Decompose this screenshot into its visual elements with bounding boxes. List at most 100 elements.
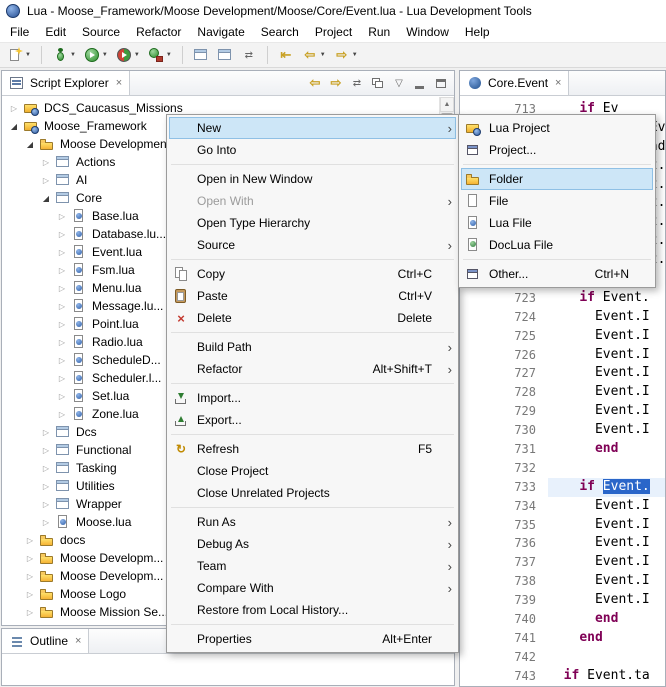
new-wizard-button[interactable]: ▼ (4, 44, 34, 66)
lua-file-menu-item[interactable]: Lua File (461, 212, 653, 234)
collapse-arrow-icon[interactable]: ◢ (8, 122, 20, 131)
expand-arrow-icon[interactable]: ▷ (8, 104, 20, 113)
expand-arrow-icon[interactable]: ▷ (40, 158, 52, 167)
code-line-741[interactable]: 741 end (460, 629, 665, 648)
scroll-up-button[interactable]: ▲ (440, 97, 454, 112)
expand-arrow-icon[interactable]: ▷ (56, 320, 68, 329)
menu-edit[interactable]: Edit (37, 23, 74, 41)
expand-arrow-icon[interactable]: ▷ (24, 536, 36, 545)
copy-menu-item[interactable]: CopyCtrl+C (169, 263, 456, 285)
expand-arrow-icon[interactable]: ▷ (56, 248, 68, 257)
code-line-739[interactable]: 739 Event.I (460, 591, 665, 610)
lua-project-menu-item[interactable]: Lua Project (461, 117, 653, 139)
code-line-734[interactable]: 734 Event.I (460, 497, 665, 516)
minimize-button[interactable] (412, 75, 428, 91)
code-line-737[interactable]: 737 Event.I (460, 553, 665, 572)
close-icon[interactable]: × (75, 635, 81, 647)
expand-arrow-icon[interactable]: ▷ (40, 482, 52, 491)
code-line-728[interactable]: 728 Event.I (460, 383, 665, 402)
link-editor-button[interactable]: ⇄ (349, 75, 365, 91)
tab-core-event[interactable]: Core.Event × (460, 71, 569, 95)
open-type-hierarchy-menu-item[interactable]: Open Type Hierarchy (169, 212, 456, 234)
expand-arrow-icon[interactable]: ▷ (40, 464, 52, 473)
code-line-730[interactable]: 730 Event.I (460, 421, 665, 440)
new-table-button[interactable] (190, 44, 212, 66)
expand-arrow-icon[interactable]: ▷ (24, 554, 36, 563)
open-with-menu-item[interactable]: Open With› (169, 190, 456, 212)
code-text[interactable]: Event.I (548, 497, 665, 516)
properties-menu-item[interactable]: PropertiesAlt+Enter (169, 628, 456, 650)
menu-navigate[interactable]: Navigate (189, 23, 252, 41)
menu-window[interactable]: Window (398, 23, 457, 41)
build-path-menu-item[interactable]: Build Path› (169, 336, 456, 358)
code-text[interactable]: if Event. (548, 478, 665, 497)
code-text[interactable]: Event.I (548, 383, 665, 402)
expand-arrow-icon[interactable]: ▷ (56, 212, 68, 221)
expand-arrow-icon[interactable]: ▷ (56, 374, 68, 383)
code-text[interactable]: Event.I (548, 327, 665, 346)
code-text[interactable]: end (548, 629, 665, 648)
tab-outline[interactable]: Outline × (2, 629, 89, 653)
menu-refactor[interactable]: Refactor (128, 23, 189, 41)
doclua-file-menu-item[interactable]: DocLua File (461, 234, 653, 256)
code-text[interactable]: end (548, 610, 665, 629)
restore-from-local-history-menu-item[interactable]: Restore from Local History... (169, 599, 456, 621)
menu-file[interactable]: File (2, 23, 37, 41)
code-text[interactable]: Event.I (548, 402, 665, 421)
collapse-arrow-icon[interactable]: ◢ (24, 140, 36, 149)
expand-arrow-icon[interactable]: ▷ (40, 446, 52, 455)
forward-history-button[interactable]: ⇨▼ (331, 44, 361, 66)
menu-run[interactable]: Run (360, 23, 398, 41)
code-text[interactable]: Event.I (548, 534, 665, 553)
close-icon[interactable]: × (116, 77, 122, 89)
code-text[interactable]: end (548, 440, 665, 459)
code-line-726[interactable]: 726 Event.I (460, 346, 665, 365)
code-line-743[interactable]: 743 if Event.ta (460, 667, 665, 686)
expand-arrow-icon[interactable]: ▷ (40, 428, 52, 437)
other-menu-item[interactable]: Other...Ctrl+N (461, 263, 653, 285)
collapse-all-button[interactable] (370, 75, 386, 91)
code-text[interactable]: Event.I (548, 553, 665, 572)
close-icon[interactable]: × (555, 77, 561, 89)
forward-button[interactable]: ⇨ (328, 75, 344, 91)
refresh-menu-item[interactable]: ↻RefreshF5 (169, 438, 456, 460)
expand-arrow-icon[interactable]: ▷ (56, 266, 68, 275)
code-line-731[interactable]: 731 end (460, 440, 665, 459)
last-edit-location-button[interactable]: ⇤ (275, 44, 297, 66)
refactor-menu-item[interactable]: RefactorAlt+Shift+T› (169, 358, 456, 380)
code-text[interactable]: Event.I (548, 346, 665, 365)
code-line-736[interactable]: 736 Event.I (460, 534, 665, 553)
run-button[interactable]: ▼ (81, 44, 111, 66)
folder-menu-item[interactable]: Folder (461, 168, 653, 190)
expand-arrow-icon[interactable]: ▷ (56, 302, 68, 311)
expand-arrow-icon[interactable]: ▷ (40, 500, 52, 509)
link-with-editor-button[interactable]: ⇄ (238, 44, 260, 66)
expand-arrow-icon[interactable]: ▷ (56, 338, 68, 347)
code-line-740[interactable]: 740 end (460, 610, 665, 629)
back-history-button[interactable]: ⇦▼ (299, 44, 329, 66)
menu-project[interactable]: Project (307, 23, 360, 41)
code-text[interactable] (548, 459, 665, 478)
expand-arrow-icon[interactable]: ▷ (24, 590, 36, 599)
code-text[interactable]: Event.I (548, 591, 665, 610)
paste-menu-item[interactable]: PasteCtrl+V (169, 285, 456, 307)
compare-with-menu-item[interactable]: Compare With› (169, 577, 456, 599)
collapse-arrow-icon[interactable]: ◢ (40, 194, 52, 203)
run-as-menu-item[interactable]: Run As› (169, 511, 456, 533)
code-text[interactable]: Event.I (548, 421, 665, 440)
expand-arrow-icon[interactable]: ▷ (24, 572, 36, 581)
code-text[interactable]: Event.I (548, 516, 665, 535)
code-text[interactable] (548, 648, 665, 667)
code-text[interactable]: Event.I (548, 308, 665, 327)
expand-arrow-icon[interactable]: ▷ (56, 356, 68, 365)
view-menu-button[interactable]: ▽ (391, 75, 407, 91)
code-text[interactable]: if Event. (548, 289, 665, 308)
expand-arrow-icon[interactable]: ▷ (40, 176, 52, 185)
code-line-724[interactable]: 724 Event.I (460, 308, 665, 327)
expand-arrow-icon[interactable]: ▷ (40, 518, 52, 527)
tab-script-explorer[interactable]: Script Explorer × (2, 71, 130, 95)
code-line-732[interactable]: 732 (460, 459, 665, 478)
code-text[interactable]: Event.I (548, 364, 665, 383)
menu-source[interactable]: Source (74, 23, 128, 41)
menu-search[interactable]: Search (253, 23, 307, 41)
